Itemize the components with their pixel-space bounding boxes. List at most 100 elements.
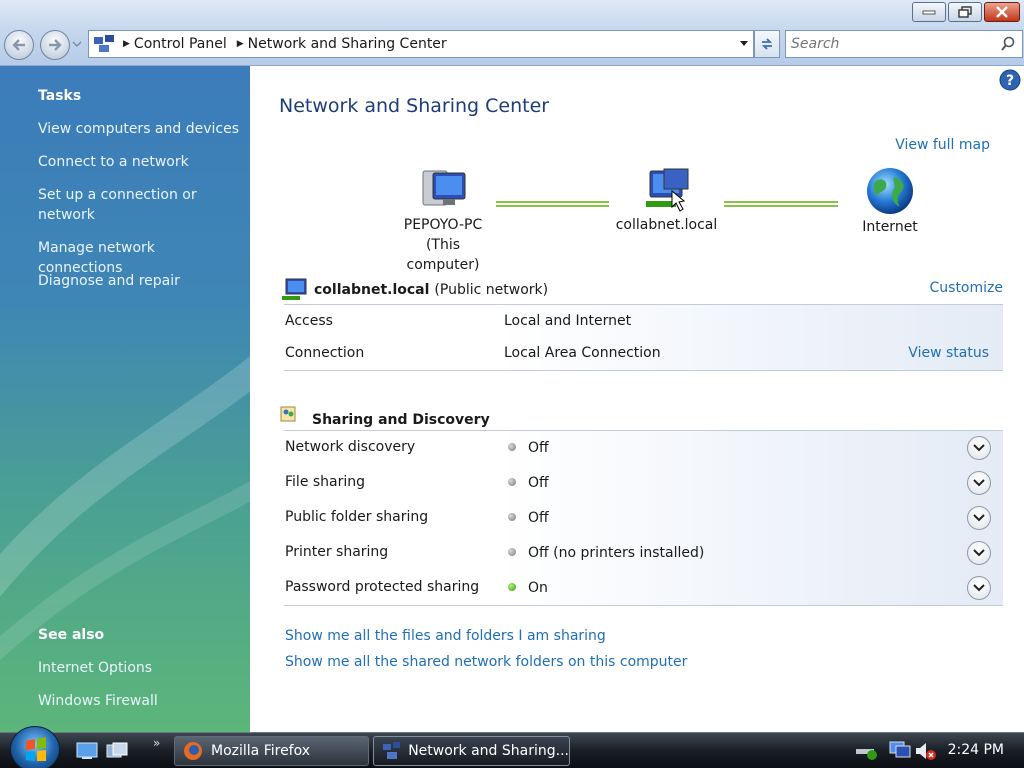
minimize-icon [922,10,936,15]
system-tray: 2:24 PM [854,733,1024,768]
switch-windows-icon[interactable] [106,742,128,760]
forward-button[interactable] [40,30,70,60]
expand-button[interactable] [967,576,991,600]
map-node-internet[interactable]: Internet [840,167,940,237]
sharing-panel: Network discovery Off File sharing Off P… [284,430,1003,606]
refresh-icon [761,38,773,50]
show-desktop-icon[interactable] [76,742,98,760]
network-name-label: collabnet.local [314,282,430,298]
help-icon[interactable]: ? [999,69,1021,91]
sharing-label: Network discovery [285,439,416,455]
sharing-label: Printer sharing [285,544,389,560]
breadcrumb-network-sharing-center[interactable]: Network and Sharing Center [248,36,447,52]
windows-logo-icon [26,737,46,761]
taskbar: » Mozilla Firefox Network and Sharing...… [0,726,1024,768]
chevron-down-icon [973,514,985,522]
status-off-icon [508,443,516,451]
task-connect-network-link[interactable]: Connect to a network [38,152,243,172]
chevron-down-icon [973,479,985,487]
sharing-status: Off [528,510,549,526]
search-box[interactable] [785,30,1023,58]
quick-launch-more-icon[interactable]: » [153,736,160,750]
sharing-row-file-sharing: File sharing Off [284,466,1003,501]
map-node-computer[interactable]: PEPOYO-PC (This computer) [388,167,498,275]
refresh-button[interactable] [754,30,780,58]
expand-button[interactable] [967,436,991,460]
search-input[interactable] [791,36,991,52]
safely-remove-hardware-icon[interactable] [854,741,880,761]
breadcrumb-control-panel[interactable]: Control Panel [134,36,227,52]
detail-value: Local Area Connection [504,345,661,361]
page-title: Network and Sharing Center [279,95,550,117]
network-icon [645,168,688,212]
detail-row-access: Access Local and Internet [284,305,1003,339]
show-shared-folders-link[interactable]: Show me all the shared network folders o… [285,654,687,670]
breadcrumb-separator-icon: ▶ [236,39,244,49]
task-view-computers-link[interactable]: View computers and devices [38,119,243,139]
forward-arrow-icon [49,39,62,51]
sharing-row-network-discovery: Network discovery Off [284,431,1003,466]
taskbar-item-firefox[interactable]: Mozilla Firefox [174,736,369,766]
status-off-icon [508,513,516,521]
tasks-sidebar: Tasks View computers and devices Connect… [0,66,250,732]
breadcrumb-separator-icon: ▶ [123,39,130,49]
view-full-map-link[interactable]: View full map [895,137,990,153]
map-link-line [496,201,609,207]
computer-note: (This computer) [406,237,480,273]
status-on-icon [508,583,516,591]
sharing-row-printer: Printer sharing Off (no printers install… [284,536,1003,571]
sharing-status: Off [528,440,549,456]
window-titlebar: ▶ Control Panel ▶ Network and Sharing Ce… [0,0,1024,66]
svg-text:?: ? [1006,73,1014,89]
window-controls [912,2,1020,22]
see-also-heading: See also [38,627,105,643]
network-details-panel: Access Local and Internet Connection Loc… [284,304,1003,371]
maximize-button[interactable] [948,2,982,22]
internet-globe-icon [867,168,913,214]
chevron-down-icon [973,549,985,557]
expand-button[interactable] [967,506,991,530]
chevron-down-icon [973,584,985,592]
sharing-row-password-protected: Password protected sharing On [284,571,1003,606]
sharing-discovery-heading: Sharing and Discovery [312,412,490,428]
windows-firewall-link[interactable]: Windows Firewall [38,691,243,711]
search-icon[interactable] [1000,36,1016,52]
detail-label: Access [285,313,333,329]
network-sharing-icon [383,742,401,759]
sharing-label: Password protected sharing [285,579,480,595]
recent-pages-dropdown-icon[interactable] [72,40,82,48]
expand-button[interactable] [967,541,991,565]
taskbar-item-network-sharing[interactable]: Network and Sharing... [373,736,570,766]
detail-value: Local and Internet [504,313,632,329]
sharing-status: Off (no printers installed) [528,545,705,561]
task-setup-connection-link[interactable]: Set up a connection or network [38,185,208,225]
main-content: ? Network and Sharing Center View full m… [250,66,1024,732]
close-icon [996,6,1008,18]
chevron-down-icon [973,444,985,452]
show-shared-files-link[interactable]: Show me all the files and folders I am s… [285,628,606,644]
address-dropdown-icon[interactable] [739,40,749,48]
firefox-icon [184,742,202,760]
customize-link[interactable]: Customize [930,280,1004,296]
network-status-icon[interactable] [888,740,912,762]
minimize-button[interactable] [912,2,946,22]
clock[interactable]: 2:24 PM [948,742,1004,758]
status-off-icon [508,548,516,556]
status-off-icon [508,478,516,486]
view-status-link[interactable]: View status [908,345,989,361]
detail-row-connection: Connection Local Area Connection View st… [284,337,1003,371]
back-button[interactable] [4,30,34,60]
internet-options-link[interactable]: Internet Options [38,658,243,678]
sharing-discovery-header: Sharing and Discovery [280,400,490,428]
task-diagnose-repair-link[interactable]: Diagnose and repair [38,271,243,291]
taskbar-item-label: Mozilla Firefox [211,743,311,759]
network-header: collabnet.local (Public network) Customi… [280,276,1003,304]
start-button[interactable] [10,726,60,768]
close-button[interactable] [984,2,1020,22]
sharing-status: On [528,580,548,596]
sharing-status: Off [528,475,549,491]
expand-button[interactable] [967,471,991,495]
address-bar[interactable]: ▶ Control Panel ▶ Network and Sharing Ce… [88,30,754,58]
map-node-network[interactable]: collabnet.local [610,167,723,235]
volume-muted-icon[interactable] [914,740,938,762]
